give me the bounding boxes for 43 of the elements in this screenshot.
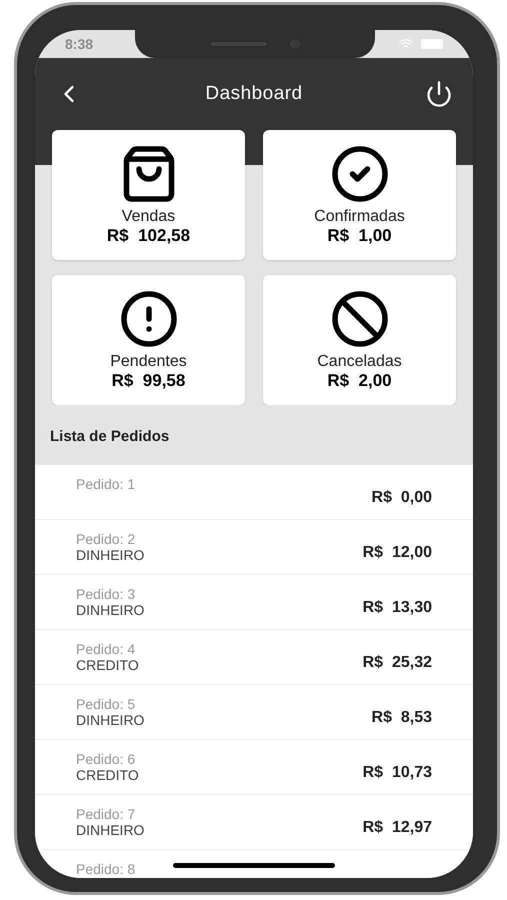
payment-method: CREDITO — [76, 767, 139, 783]
order-number: Pedido: 5 — [76, 696, 136, 712]
battery-icon — [421, 39, 443, 49]
order-number: Pedido: 4 — [76, 641, 136, 657]
card-label: Canceladas — [317, 353, 402, 371]
order-amount: R$ 8,53 — [372, 708, 432, 728]
order-amount: R$ 25,32 — [362, 653, 432, 673]
ban-icon — [330, 289, 390, 349]
payment-method: DINHEIRO — [76, 602, 144, 618]
status-time: 8:38 — [65, 34, 94, 54]
power-button[interactable] — [424, 80, 453, 108]
payment-method: DINHEIRO — [76, 547, 144, 563]
card-value: R$ 2,00 — [327, 371, 392, 391]
order-number: Pedido: 2 — [76, 531, 136, 547]
order-number: Pedido: 3 — [76, 586, 136, 602]
alert-circle-icon — [118, 289, 178, 349]
order-amount: R$ 12,00 — [362, 543, 432, 563]
order-amount: R$ 12,97 — [362, 818, 432, 838]
card-value: R$ 102,58 — [106, 226, 190, 246]
payment-method: DINHEIRO — [76, 712, 144, 728]
summary-card[interactable]: Canceladas R$ 2,00 — [263, 275, 456, 405]
summary-card[interactable]: Confirmadas R$ 1,00 — [263, 130, 456, 260]
card-label: Pendentes — [110, 353, 187, 371]
order-amount: R$ 10,73 — [362, 763, 432, 783]
payment-method: CREDITO — [76, 657, 139, 673]
summary-card[interactable]: Vendas R$ 102,58 — [52, 130, 245, 260]
order-number: Pedido: 6 — [76, 751, 136, 767]
card-value: R$ 1,00 — [327, 226, 392, 246]
list-title: Lista de Pedidos — [50, 426, 170, 447]
check-circle-icon — [330, 144, 390, 204]
wifi-icon — [399, 37, 413, 51]
order-number: Pedido: 8 — [76, 861, 136, 877]
payment-method: DINHEIRO — [76, 822, 144, 838]
card-value: R$ 99,58 — [112, 371, 186, 391]
order-amount: R$ 13,30 — [362, 598, 432, 618]
order-amount: R$ 0,00 — [372, 488, 432, 508]
summary-card[interactable]: Pendentes R$ 99,58 — [52, 275, 245, 405]
power-icon — [424, 80, 453, 108]
order-number: Pedido: 7 — [76, 806, 136, 822]
card-label: Vendas — [122, 208, 176, 226]
header-title: Dashboard — [205, 82, 303, 106]
order-number: Pedido: 1 — [76, 476, 136, 492]
card-label: Confirmadas — [314, 208, 405, 226]
